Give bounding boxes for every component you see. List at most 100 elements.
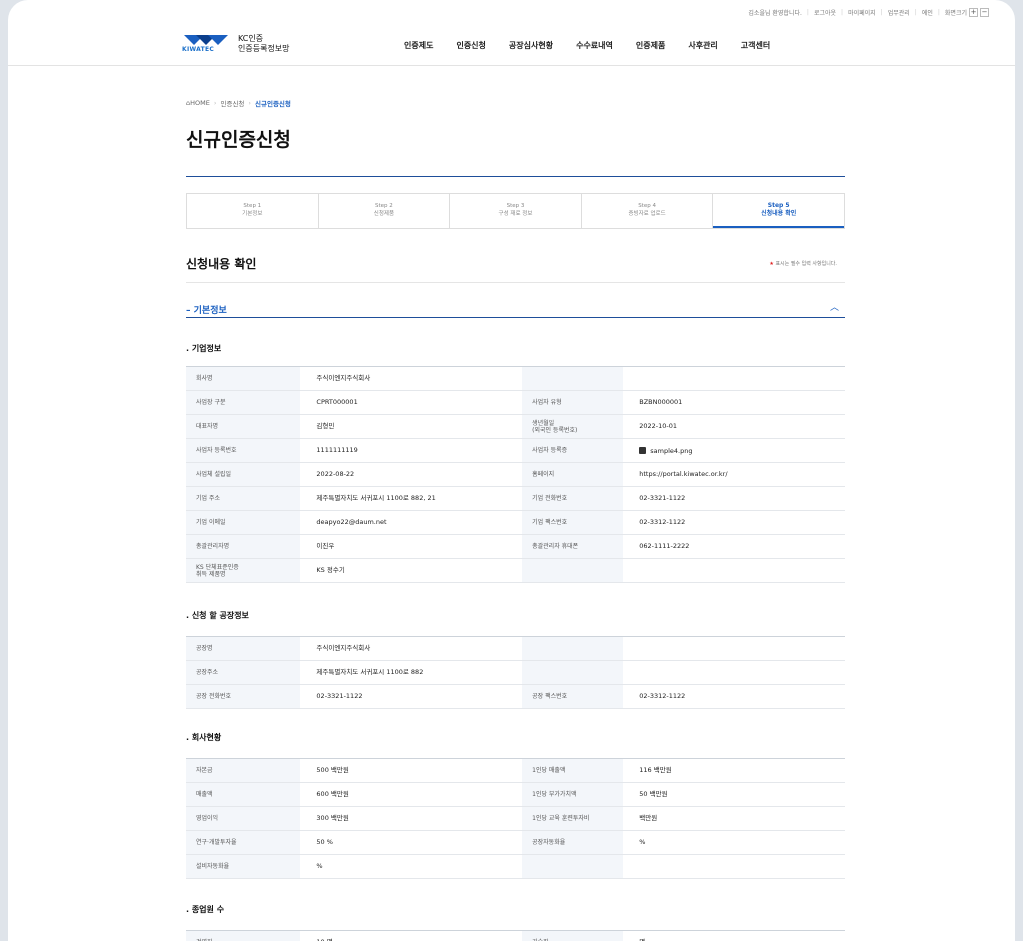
field-value: 제주특별자치도 서귀포시 1100로 882 (300, 660, 523, 685)
field-value: 02-3312-1122 (623, 684, 845, 709)
field-label (522, 854, 624, 879)
field-label: 1인당 부가가치액 (522, 782, 624, 807)
field-value: 02-3312-1122 (623, 510, 845, 535)
field-label: 기업 주소 (186, 486, 301, 511)
utility-bar: 김소을님 환영합니다. | 로그아웃 | 마이페이지 | 업무관리 | 에인 |… (748, 8, 989, 17)
greeting-text: 김소을님 환영합니다. (748, 10, 802, 17)
field-label: 사업장 구분 (186, 390, 301, 415)
zoom-out-button[interactable]: − (980, 8, 989, 17)
nav-item-fees[interactable]: 수수료내역 (576, 40, 613, 51)
required-note: ★ 표시는 필수 입력 사항입니다. (769, 260, 837, 267)
file-link[interactable]: sample4.png (650, 447, 692, 455)
field-label: 공장 전화번호 (186, 684, 301, 709)
nav-item-products[interactable]: 인증제품 (636, 40, 665, 51)
chevron-up-icon[interactable]: ︿ (830, 300, 839, 313)
step-number: Step 1 (243, 203, 262, 209)
factory-info-table: 공장명 주식이엔지주식회사 공장주소 제주특별자치도 서귀포시 1100로 882 공장… (186, 636, 845, 709)
field-label (522, 660, 624, 685)
main-nav: 인증제도 인증신청 공장심사현황 수수료내역 인증제품 사후관리 고객센터 (404, 40, 793, 51)
step-2[interactable]: Step 2 신청제품 (319, 194, 451, 228)
step-1[interactable]: Step 1 기본정보 (187, 194, 319, 228)
employees-table: 경영진10 명기술직명 (186, 930, 845, 941)
table-row: 자본금 500 백만원 1인당 매출액 116 백만원 (186, 758, 845, 783)
zoom-in-button[interactable]: + (969, 8, 978, 17)
field-value (623, 660, 845, 685)
work-link[interactable]: 업무관리 (888, 8, 910, 17)
field-label: 영업이익 (186, 806, 301, 831)
field-value: 2022-10-01 (623, 414, 845, 439)
field-label (522, 366, 624, 391)
field-value: 50 % (300, 830, 523, 855)
step-label: 구성 재료 정보 (498, 211, 533, 217)
field-label: 사업자 등록번호 (186, 438, 301, 463)
table-row: 공장주소 제주특별자치도 서귀포시 1100로 882 (186, 660, 845, 685)
field-label: 자본금 (186, 758, 301, 783)
mypage-link[interactable]: 마이페이지 (848, 8, 876, 17)
table-row: 경영진10 명기술직명 (186, 930, 845, 941)
nav-item-factory-audit[interactable]: 공장심사현황 (509, 40, 553, 51)
logo-kr-line2: 인증등록정보망 (238, 44, 290, 53)
field-value (623, 366, 845, 391)
section-divider (186, 282, 845, 283)
field-value (623, 558, 845, 583)
field-value: 10 명 (300, 930, 523, 941)
accordion-basic-info[interactable]: – 기본정보 ︿ (186, 298, 845, 318)
field-value: 명 (623, 930, 845, 941)
nav-item-cert-apply[interactable]: 인증신청 (456, 40, 485, 51)
page-title: 신규인증신청 (186, 129, 291, 151)
field-label: 기술직 (522, 930, 624, 941)
browser-page: 김소을님 환영합니다. | 로그아웃 | 마이페이지 | 업무관리 | 에인 |… (8, 0, 1015, 941)
step-label: 신청내용 확인 (761, 210, 797, 217)
nav-item-aftercare[interactable]: 사후관리 (688, 40, 717, 51)
step-number: Step 5 (767, 202, 790, 209)
field-label: 대표자명 (186, 414, 301, 439)
field-value: sample4.png (623, 438, 845, 463)
company-info-title: . 기업정보 (186, 344, 222, 353)
field-label: 총괄관리자 휴대폰 (522, 534, 624, 559)
table-row: 기업 주소 제주특별자치도 서귀포시 1100로 882, 21 기업 전화번호 02… (186, 486, 845, 511)
field-label: 공장주소 (186, 660, 301, 685)
field-label: 매출액 (186, 782, 301, 807)
field-value: 02-3321-1122 (623, 486, 845, 511)
breadcrumb-current: 신규인증신청 (255, 100, 291, 108)
field-value: 백만원 (623, 806, 845, 831)
table-row: 공장명 주식이엔지주식회사 (186, 636, 845, 661)
help-link[interactable]: 에인 (922, 8, 933, 17)
logout-link[interactable]: 로그아웃 (814, 8, 836, 17)
field-label: KS 단체표준인증 취득 제품명 (186, 558, 301, 583)
field-label: 공장자동화율 (522, 830, 624, 855)
step-indicator: Step 1 기본정보 Step 2 신청제품 Step 3 구성 재료 정보 … (186, 193, 845, 229)
breadcrumb: ⌂ HOME › 인증신청 › 신규인증신청 (186, 98, 291, 108)
breadcrumb-home[interactable]: HOME (190, 99, 210, 107)
field-label: 총괄관리자명 (186, 534, 301, 559)
table-row: 사업장 구분 CPRT000001 사업자 유형 BZBN000001 (186, 390, 845, 415)
logo-en-text: KIWATEC (182, 46, 215, 53)
field-label: 1인당 매출액 (522, 758, 624, 783)
nav-item-support[interactable]: 고객센터 (741, 40, 770, 51)
field-value: 김형민 (300, 414, 523, 439)
required-note-text: 표시는 필수 입력 사항입니다. (775, 261, 837, 267)
table-row: 사업자 등록번호 1111111119 사업자 등록증 sample4.png (186, 438, 845, 463)
field-value: 50 백만원 (623, 782, 845, 807)
field-value: 062-1111-2222 (623, 534, 845, 559)
field-value: 500 백만원 (300, 758, 523, 783)
table-row: 영업이익 300 백만원 1인당 교육 훈련투자비 백만원 (186, 806, 845, 831)
step-3[interactable]: Step 3 구성 재료 정보 (450, 194, 582, 228)
table-row: 공장 전화번호 02-3321-1122 공장 팩스번호 02-3312-1122 (186, 684, 845, 709)
breadcrumb-level1[interactable]: 인증신청 (220, 98, 244, 108)
field-label: 기업 팩스번호 (522, 510, 624, 535)
table-row: KS 단체표준인증 취득 제품명 KS 정수기 (186, 558, 845, 583)
nav-item-cert-system[interactable]: 인증제도 (404, 40, 433, 51)
step-4[interactable]: Step 4 증빙자료 업로드 (582, 194, 714, 228)
field-value: 2022-08-22 (300, 462, 523, 487)
chevron-right-icon: › (213, 99, 217, 107)
title-divider (186, 176, 845, 177)
step-5[interactable]: Step 5 신청내용 확인 (713, 194, 844, 228)
field-label: 공장 팩스번호 (522, 684, 624, 709)
section-title: 신청내용 확인 (186, 257, 257, 271)
field-label: 설비자동화율 (186, 854, 301, 879)
logo-kr-line1: KC인증 (238, 34, 264, 43)
zoom-label: 화면크기 (944, 10, 967, 17)
field-value: deapyo22@daum.net (300, 510, 523, 535)
field-label: 사업자 등록증 (522, 438, 624, 463)
